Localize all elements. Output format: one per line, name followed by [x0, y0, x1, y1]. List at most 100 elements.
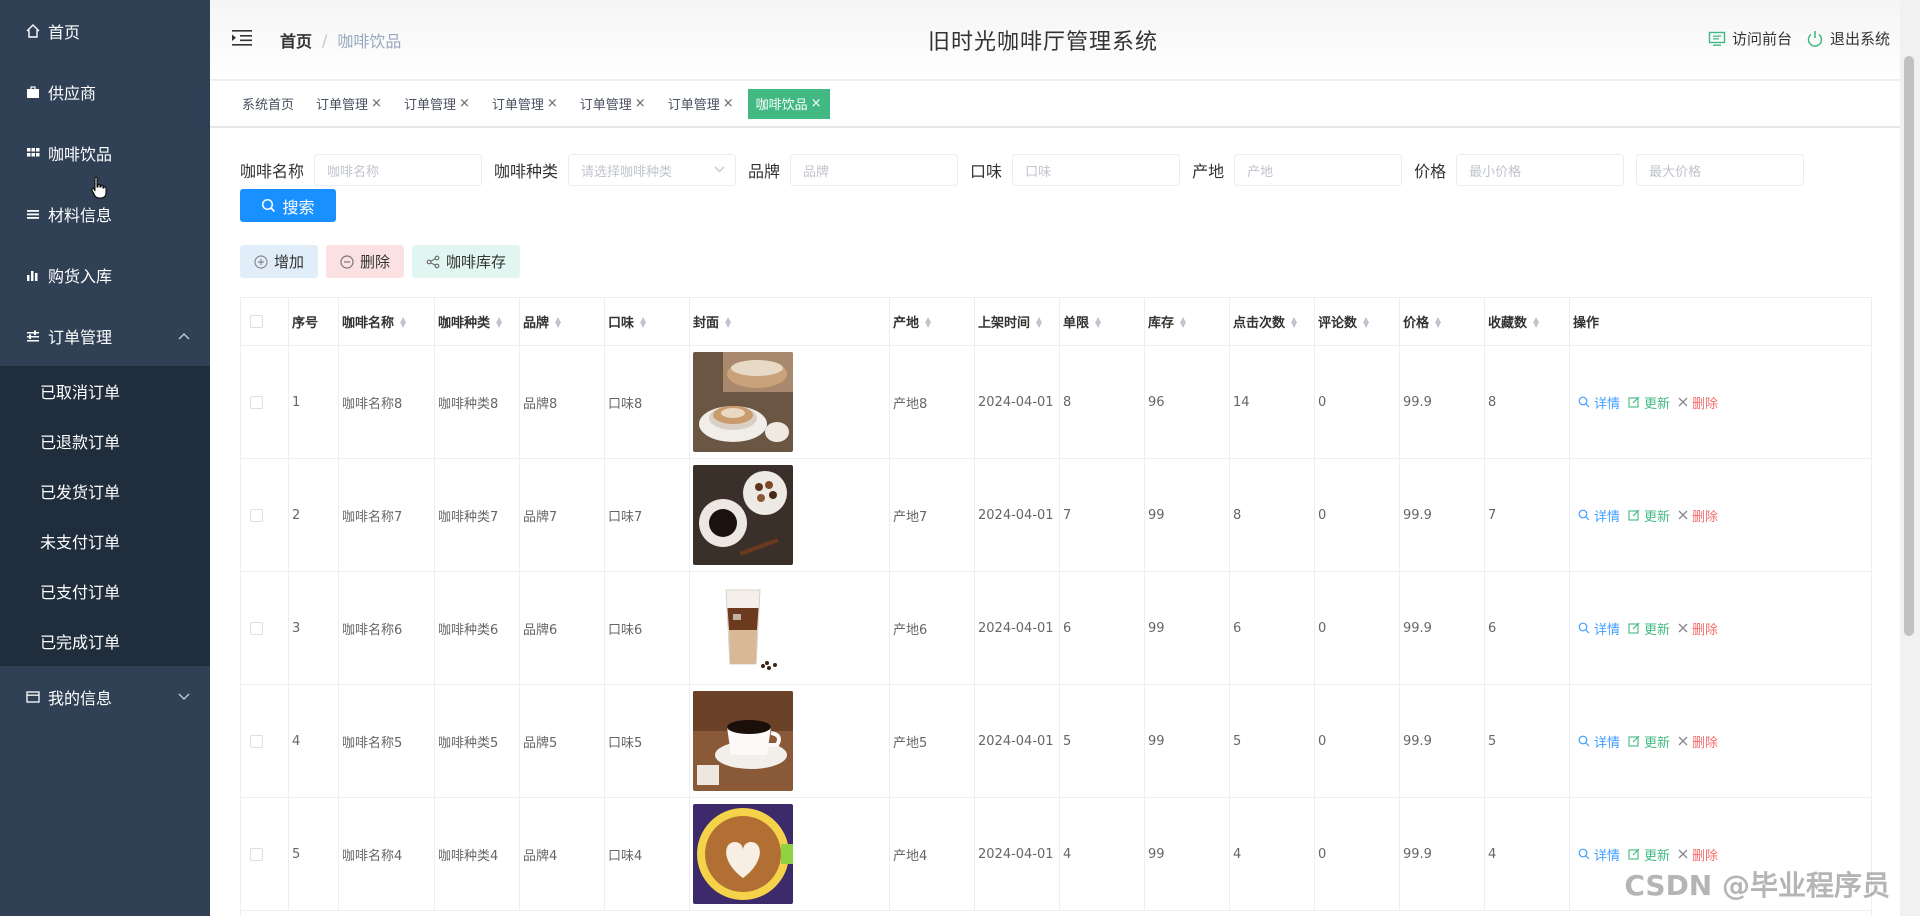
submenu-item-unpaid[interactable]: 未支付订单: [0, 516, 210, 566]
logout-link[interactable]: 退出系统: [1806, 28, 1890, 49]
cell-idx: 3: [289, 572, 339, 684]
close-icon[interactable]: ×: [459, 96, 470, 111]
col-header[interactable]: 评论数 ▲ ▼: [1315, 298, 1400, 345]
close-icon[interactable]: ×: [371, 96, 382, 111]
search-button[interactable]: 搜索: [240, 189, 336, 222]
delete-link[interactable]: 删除: [1678, 845, 1718, 864]
update-link[interactable]: 更新: [1628, 506, 1670, 525]
scrollbar-thumb[interactable]: [1904, 56, 1914, 636]
sort-icon[interactable]: ▲ ▼: [1363, 315, 1369, 328]
tag-orders[interactable]: 订单管理 ×: [396, 89, 478, 119]
sort-icon[interactable]: ▲ ▼: [1180, 315, 1186, 328]
origin-input[interactable]: 产地: [1234, 154, 1403, 186]
row-checkbox[interactable]: [250, 847, 263, 861]
sidebar-item-orders[interactable]: 订单管理: [0, 305, 210, 366]
brand-input[interactable]: 品牌: [790, 154, 959, 186]
tag-coffee-active[interactable]: 咖啡饮品 ×: [747, 88, 830, 119]
cell-fav: 4: [1485, 798, 1570, 910]
sidebar-item-home[interactable]: 首页: [0, 0, 210, 61]
delete-button[interactable]: 删除: [326, 245, 405, 278]
update-link[interactable]: 更新: [1628, 393, 1670, 412]
sort-icon[interactable]: ▲ ▼: [400, 315, 406, 328]
update-link[interactable]: 更新: [1628, 619, 1670, 638]
sort-icon[interactable]: ▲ ▼: [640, 315, 646, 328]
row-checkbox[interactable]: [250, 734, 263, 748]
cover-image[interactable]: [693, 465, 793, 565]
col-header[interactable]: 产地 ▲ ▼: [890, 298, 975, 345]
cover-image[interactable]: [693, 578, 793, 678]
col-header[interactable]: 价格 ▲ ▼: [1400, 298, 1485, 345]
sort-icon[interactable]: ▲ ▼: [1533, 315, 1539, 328]
cell-type: 咖啡种类5: [435, 685, 520, 797]
sort-icon[interactable]: ▲ ▼: [496, 315, 502, 328]
col-header[interactable]: 上架时间 ▲ ▼: [975, 298, 1060, 345]
update-link[interactable]: 更新: [1628, 732, 1670, 751]
sidebar-item-purchase[interactable]: 购货入库: [0, 244, 210, 305]
sort-icon[interactable]: ▲ ▼: [725, 315, 731, 328]
coffee-name-input[interactable]: 咖啡名称: [314, 154, 483, 186]
col-header[interactable]: 点击次数 ▲ ▼: [1230, 298, 1315, 345]
col-header[interactable]: 收藏数 ▲ ▼: [1485, 298, 1570, 345]
flavor-input[interactable]: 口味: [1012, 154, 1181, 186]
close-icon[interactable]: ×: [547, 96, 558, 111]
tag-orders[interactable]: 订单管理 ×: [308, 89, 390, 119]
close-icon[interactable]: ×: [723, 96, 734, 111]
cover-image[interactable]: [693, 352, 793, 452]
close-icon[interactable]: ×: [635, 96, 646, 111]
cell-origin: 产地6: [890, 572, 975, 684]
cover-image[interactable]: [693, 804, 793, 904]
sidebar-item-suppliers[interactable]: 供应商: [0, 61, 210, 122]
min-price-input[interactable]: 最小价格: [1456, 154, 1625, 186]
tag-orders[interactable]: 订单管理 ×: [572, 89, 654, 119]
cover-image[interactable]: [693, 691, 793, 791]
col-header[interactable]: 品牌 ▲ ▼: [520, 298, 605, 345]
sort-icon[interactable]: ▲ ▼: [1291, 315, 1297, 328]
sliders-icon: [24, 327, 42, 345]
sort-icon[interactable]: ▲ ▼: [1435, 315, 1441, 328]
submenu-item-cancelled[interactable]: 已取消订单: [0, 366, 210, 416]
submenu-item-paid[interactable]: 已支付订单: [0, 566, 210, 616]
sort-icon[interactable]: ▲ ▼: [1036, 315, 1042, 328]
col-header[interactable]: 封面 ▲ ▼: [690, 298, 890, 345]
row-checkbox[interactable]: [250, 508, 263, 522]
close-icon[interactable]: ×: [811, 96, 822, 111]
col-header[interactable]: 口味 ▲ ▼: [605, 298, 690, 345]
tag-orders[interactable]: 订单管理 ×: [660, 89, 742, 119]
max-price-input[interactable]: 最大价格: [1636, 154, 1805, 186]
update-link[interactable]: 更新: [1628, 845, 1670, 864]
detail-link[interactable]: 详情: [1578, 393, 1620, 412]
col-header[interactable]: 咖啡种类 ▲ ▼: [435, 298, 520, 345]
col-header-label: 评论数: [1318, 316, 1358, 331]
submenu-item-refunded[interactable]: 已退款订单: [0, 416, 210, 466]
submenu-item-completed[interactable]: 已完成订单: [0, 616, 210, 666]
row-checkbox[interactable]: [250, 395, 263, 409]
submenu-item-shipped[interactable]: 已发货订单: [0, 466, 210, 516]
tag-orders[interactable]: 订单管理 ×: [484, 89, 566, 119]
detail-link[interactable]: 详情: [1578, 845, 1620, 864]
delete-link[interactable]: 删除: [1678, 619, 1718, 638]
detail-link[interactable]: 详情: [1578, 506, 1620, 525]
detail-link[interactable]: 详情: [1578, 732, 1620, 751]
sort-icon[interactable]: ▲ ▼: [925, 315, 931, 328]
col-header[interactable]: 单限 ▲ ▼: [1060, 298, 1145, 345]
col-header[interactable]: 库存 ▲ ▼: [1145, 298, 1230, 345]
col-header-label: 序号: [292, 316, 319, 331]
sort-icon[interactable]: ▲ ▼: [555, 315, 561, 328]
sidebar-item-my-info[interactable]: 我的信息: [0, 666, 210, 727]
coffee-type-select[interactable]: 请选择咖啡种类: [568, 154, 737, 186]
detail-link[interactable]: 详情: [1578, 619, 1620, 638]
row-checkbox[interactable]: [250, 621, 263, 635]
add-button[interactable]: 增加: [240, 245, 319, 278]
coffee-stock-button[interactable]: 咖啡库存: [412, 245, 521, 278]
col-header-label: 收藏数: [1488, 316, 1528, 331]
sidebar-item-coffee[interactable]: 咖啡饮品: [0, 122, 210, 183]
delete-link[interactable]: 删除: [1678, 732, 1718, 751]
search-icon: [1578, 509, 1590, 521]
visit-front-link[interactable]: 访问前台: [1708, 28, 1792, 49]
tag-system-home[interactable]: 系统首页: [234, 89, 302, 119]
delete-link[interactable]: 删除: [1678, 506, 1718, 525]
sort-icon[interactable]: ▲ ▼: [1095, 315, 1101, 328]
select-all-checkbox[interactable]: [250, 315, 263, 328]
col-header[interactable]: 咖啡名称 ▲ ▼: [339, 298, 435, 345]
delete-link[interactable]: 删除: [1678, 393, 1718, 412]
